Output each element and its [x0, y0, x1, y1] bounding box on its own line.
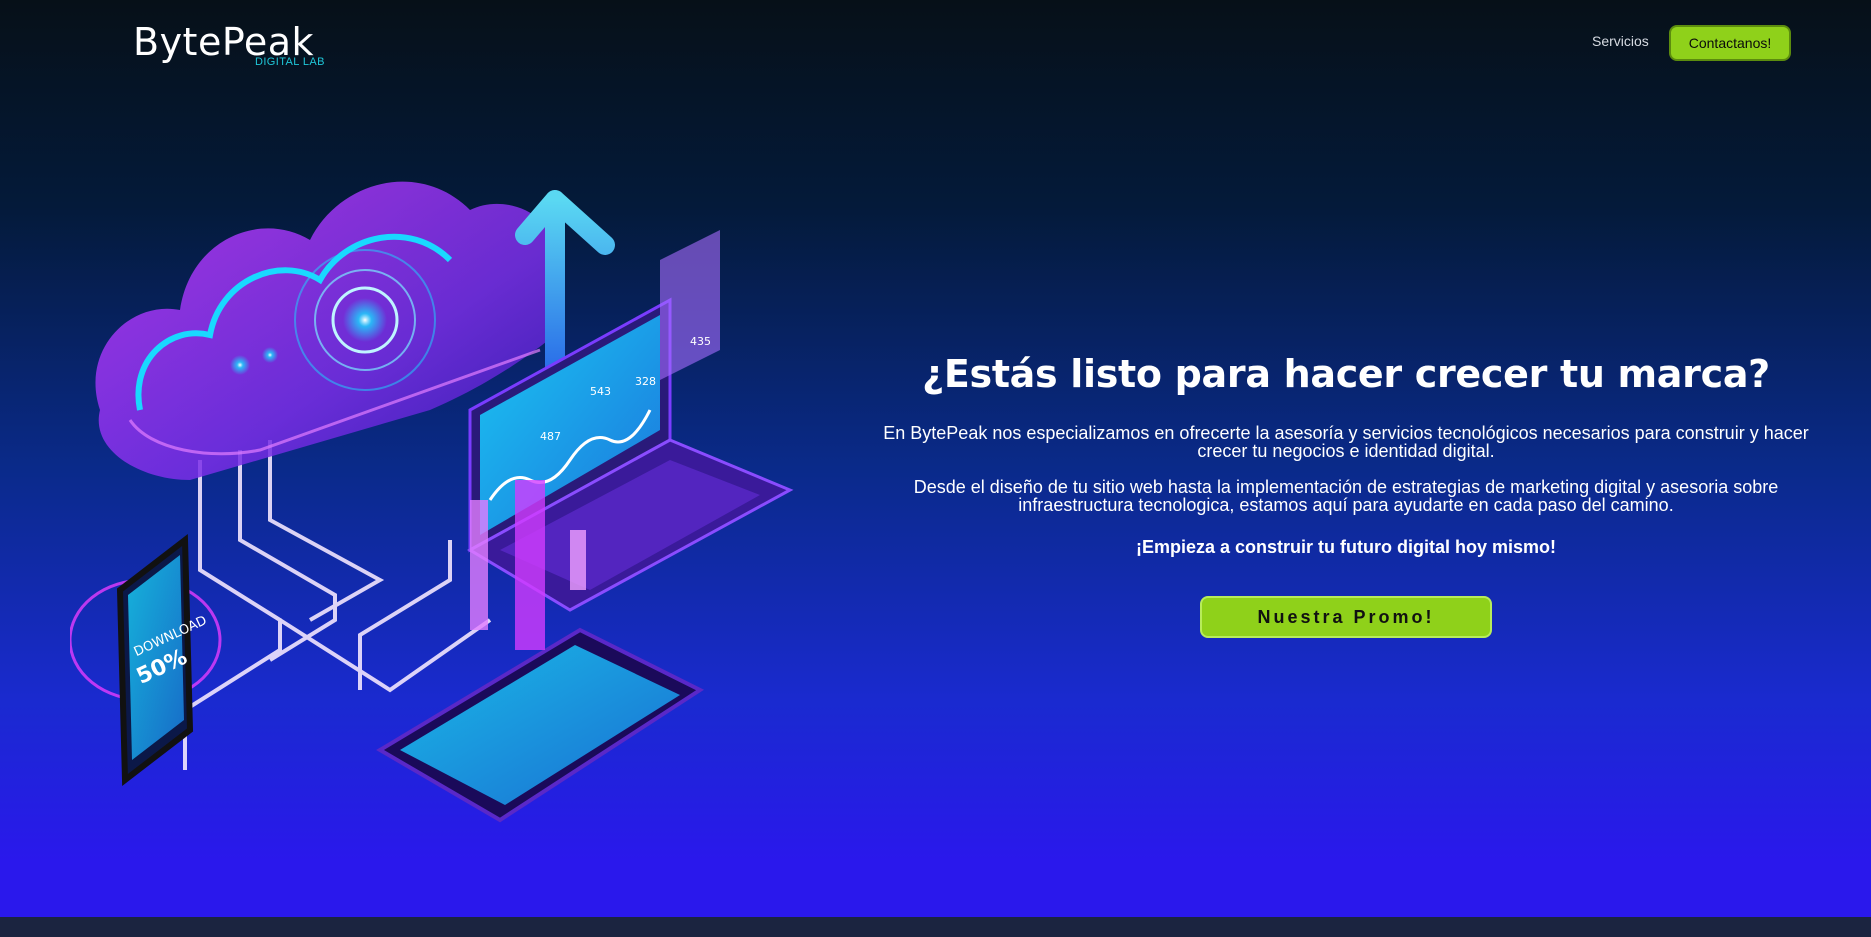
hero-paragraph-2: Desde el diseño de tu sitio web hasta la… — [913, 477, 1779, 515]
logo-tagline: DIGITAL LAB — [255, 56, 325, 68]
chart-label-3: 328 — [635, 375, 656, 388]
bytepeak-logo[interactable]: BytePeak DIGITAL LAB — [133, 20, 333, 72]
footer-strip — [0, 917, 1871, 937]
promo-button[interactable]: Nuestra Promo! — [1200, 596, 1492, 638]
nav-link-services[interactable]: Servicios — [1592, 33, 1649, 49]
chart-label-4: 435 — [690, 335, 711, 348]
contact-button[interactable]: Contactanos! — [1669, 25, 1791, 61]
hero-cta-text: ¡Empieza a construir tu futuro digital h… — [1135, 537, 1557, 557]
illustration-svg: 487 543 328 435 DOWNLOAD 50% — [68, 181, 794, 823]
chart-label-2: 543 — [590, 385, 611, 398]
hero-title: ¿Estás listo para hacer crecer tu marca? — [922, 352, 1770, 396]
site-header: BytePeak DIGITAL LAB Servicios Contactan… — [0, 0, 1871, 90]
chart-label-1: 487 — [540, 430, 561, 443]
cloud-technology-illustration: 487 543 328 435 DOWNLOAD 50% — [68, 150, 810, 840]
hero-paragraph-1: En BytePeak nos especializamos en ofrece… — [883, 423, 1809, 461]
phone-graphic: DOWNLOAD 50% — [68, 534, 222, 786]
hero-section: ¿Estás listo para hacer crecer tu marca?… — [880, 350, 1812, 638]
